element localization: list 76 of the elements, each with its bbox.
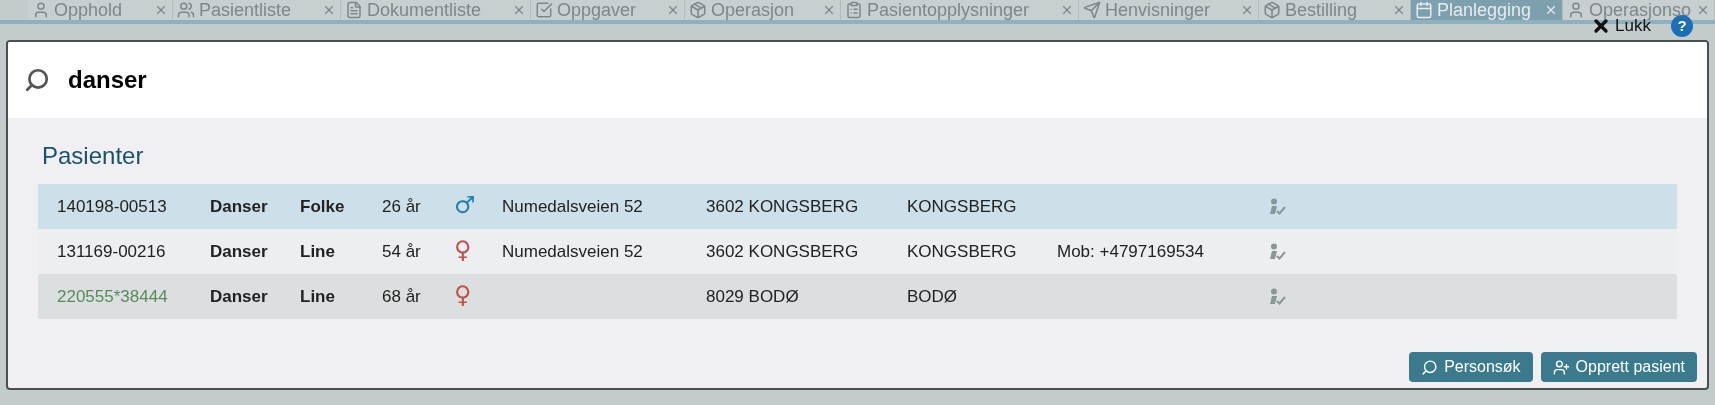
person-search-button[interactable]: Personsøk (1409, 352, 1533, 382)
municipality-cell-text: KONGSBERG (907, 195, 1018, 218)
close-icon[interactable] (1060, 3, 1074, 17)
add-person-icon (1552, 358, 1570, 376)
age-cell-text: 68 år (382, 285, 422, 308)
tab-label: Planlegging (1437, 1, 1532, 19)
search-field[interactable]: danser (68, 62, 468, 98)
municipality-cell-text: KONGSBERG (907, 240, 1018, 263)
create-patient-button[interactable]: Opprett pasient (1540, 352, 1697, 382)
gender-symbol: ♀ (454, 280, 472, 309)
close-icon[interactable] (666, 3, 680, 17)
tab[interactable]: Operasjon (685, 0, 841, 20)
first-name-cell-text: Line (300, 240, 336, 263)
tab[interactable]: Opphold (28, 0, 173, 20)
close-icon[interactable] (822, 3, 836, 17)
address-cell: Numedalsveien 52 (502, 241, 643, 261)
search-icon (24, 67, 50, 93)
last-name-cell-text: Danser (210, 195, 269, 218)
last-name-cell-text: Danser (210, 240, 269, 263)
section-title: Pasienter (42, 141, 144, 171)
tab-icon (689, 1, 707, 19)
tab-label: Bestilling (1285, 1, 1358, 19)
person-check-icon[interactable] (1267, 287, 1287, 306)
id-cell-text: 220555*38444 (57, 285, 169, 308)
close-icon[interactable] (512, 3, 526, 17)
phone-cell: Mob: +4797169534 (1057, 241, 1204, 261)
search-icon (1421, 358, 1439, 376)
help-button[interactable]: ? (1671, 15, 1693, 37)
patient-row[interactable]: 140198-00513 Danser Folke 26 år ♂ Numedalsveien 52 3602 KONGSBERG KONGSBERG (38, 184, 1677, 229)
tab-icon (177, 1, 195, 19)
tab-label: Pasientliste (199, 1, 292, 19)
tab-icon (1083, 1, 1101, 19)
person-check-icon[interactable] (1267, 197, 1287, 216)
tab[interactable]: Dokumentliste (341, 0, 531, 20)
last-name-cell-text: Danser (210, 285, 269, 308)
municipality-cell-text: BODØ (907, 285, 959, 308)
tab-icon (1567, 1, 1585, 19)
tab-label: Opphold (54, 1, 123, 19)
first-name-cell-text: Line (300, 285, 336, 308)
tab-label: Oppgaver (557, 1, 637, 19)
gender-symbol: ♀ (454, 235, 472, 264)
tab[interactable]: Henvisninger (1079, 0, 1259, 20)
close-icon[interactable] (1696, 3, 1710, 17)
id-cell-text: 131169-00216 (57, 240, 167, 263)
tab[interactable]: Planlegging (1411, 0, 1563, 20)
tab[interactable]: Bestilling (1259, 0, 1411, 20)
tab-icon (845, 1, 863, 19)
tab-icon (535, 1, 553, 19)
postal-cell-text: 8029 BODØ (706, 285, 800, 308)
close-icon[interactable] (154, 3, 168, 17)
first-name-cell-text: Folke (300, 195, 346, 218)
tab-label: Henvisninger (1105, 1, 1211, 19)
tab-label: Dokumentliste (367, 1, 482, 19)
person-check-icon[interactable] (1267, 242, 1287, 261)
postal-cell-text: 3602 KONGSBERG (706, 195, 860, 218)
tab-icon (345, 1, 363, 19)
tab[interactable]: Operasjonso (1563, 0, 1715, 20)
age-cell-text: 26 år (382, 195, 422, 218)
age-cell-text: 54 år (382, 240, 422, 263)
tab-icon (1263, 1, 1281, 19)
tab[interactable]: Pasientopplysninger (841, 0, 1079, 20)
close-icon[interactable] (1392, 3, 1406, 17)
patient-row[interactable]: 220555*38444 Danser Line 68 år ♀ 8029 BODØ BODØ (38, 274, 1677, 319)
tab[interactable]: Pasientliste (173, 0, 341, 20)
tab-label: Operasjon (711, 1, 795, 19)
id-cell-text: 140198-00513 (57, 195, 168, 218)
close-icon[interactable] (1544, 3, 1558, 17)
tab-label: Pasientopplysninger (867, 1, 1030, 19)
postal-cell-text: 3602 KONGSBERG (706, 240, 860, 263)
address-cell: Numedalsveien 52 (502, 196, 643, 216)
close-icon[interactable] (322, 3, 336, 17)
close-icon[interactable] (1240, 3, 1254, 17)
tab[interactable]: Oppgaver (531, 0, 685, 20)
gender-symbol: ♂ (454, 190, 476, 219)
tab-icon (32, 1, 50, 19)
tab-icon (1415, 1, 1433, 19)
